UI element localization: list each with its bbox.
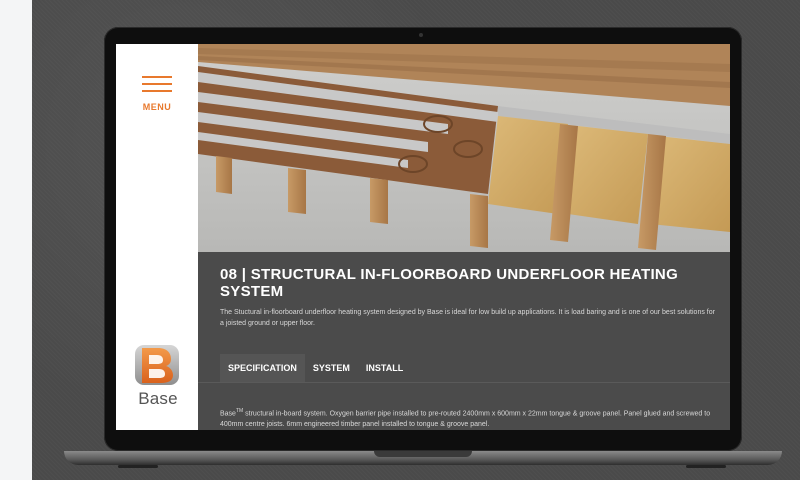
menu-label: MENU [142, 102, 172, 112]
hamburger-icon-bar [142, 83, 172, 85]
tab-specification[interactable]: SPECIFICATION [220, 354, 305, 382]
tab-install[interactable]: INSTALL [358, 354, 411, 382]
spec-text: structural in-board system. Oxygen barri… [220, 410, 711, 429]
sidebar: MENU Base [116, 44, 198, 430]
spec-brand: Base [220, 410, 236, 418]
hero-image [198, 44, 730, 252]
brand-logo-icon[interactable] [134, 344, 180, 386]
tab-bar: SPECIFICATION SYSTEM INSTALL [220, 354, 411, 382]
hamburger-icon-bar [142, 90, 172, 92]
hamburger-icon [142, 76, 172, 78]
laptop-foot [118, 465, 158, 468]
laptop-notch [374, 451, 472, 457]
specification-panel: BaseTM structural in-board system. Oxyge… [220, 406, 720, 430]
menu-button[interactable]: MENU [140, 74, 174, 116]
page-title: 08 | STRUCTURAL IN-FLOORBOARD UNDERFLOOR… [220, 266, 679, 300]
tab-divider [198, 382, 730, 383]
brand-logo-text: Base [138, 389, 178, 408]
product-content: 08 | STRUCTURAL IN-FLOORBOARD UNDERFLOOR… [198, 252, 730, 430]
tab-system[interactable]: SYSTEM [305, 354, 358, 382]
laptop-foot [686, 465, 726, 468]
laptop-screen: MENU Base 08 | STRUCTURAL IN-FLOORBOARD … [116, 44, 730, 430]
product-description: The Stuctural in-floorboard underfloor h… [220, 309, 715, 327]
webcam [419, 33, 423, 37]
